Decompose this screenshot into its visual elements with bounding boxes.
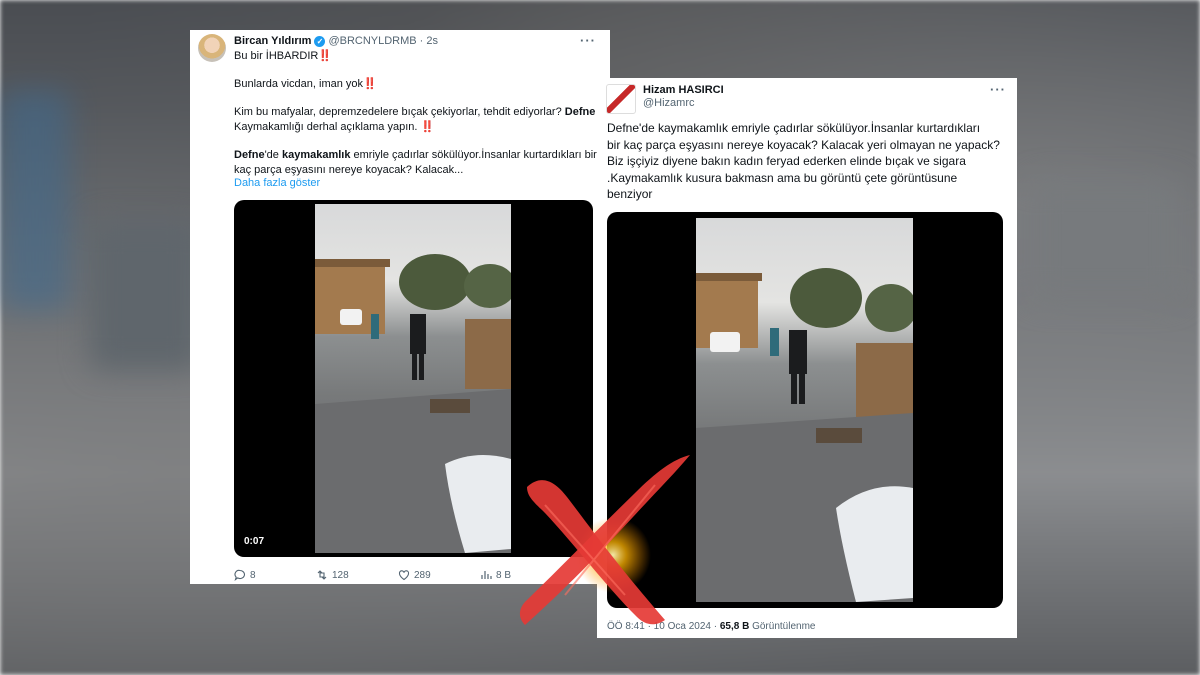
tweet-text-line: .Kaymakamlık kusura bakmasn ama bu görün… [607, 170, 958, 185]
more-options-icon[interactable]: ··· [580, 33, 596, 48]
tweet-text-line: Biz işçiyiz diyene bakın kadın feryad ed… [607, 154, 966, 168]
timestamp[interactable]: · 2s [420, 35, 438, 47]
tweet-handle-row: @Hizamrc [643, 97, 695, 109]
author-name[interactable]: Bircan Yıldırım [234, 35, 311, 47]
verified-badge-icon: ✓ [314, 35, 326, 47]
video-scene [315, 254, 511, 553]
like-count: 289 [414, 569, 431, 581]
tweet-header: Hizam HASIRCI [643, 84, 724, 96]
show-more-link[interactable]: Daha fazla göster [234, 176, 320, 191]
author-handle[interactable]: @BRCNYLDRMB [328, 35, 416, 47]
tweet-text-line: Defne'de kaymakamlık emriyle çadırlar sö… [607, 121, 981, 135]
background-shape [1030, 180, 1180, 300]
double-exclamation-icon: ‼️ [363, 78, 377, 90]
double-exclamation-icon: ‼️ [420, 121, 435, 133]
tweet-text-line: benziyor [607, 187, 653, 201]
retweet-button[interactable]: 128 [316, 569, 398, 581]
retweet-icon [317, 570, 327, 580]
tweet-header: Bircan Yıldırım ✓ @BRCNYLDRMB · 2s [234, 35, 438, 47]
video-frame [696, 218, 913, 602]
reply-count: 8 [250, 569, 256, 581]
video-duration: 0:07 [244, 536, 265, 547]
background-shape [0, 90, 70, 310]
view-count: 65,8 B [719, 621, 750, 632]
tweet-paragraph-4: Defne'de kaymakamlık emriyle çadırlar sö… [234, 149, 597, 176]
views-label: Görüntülenme [752, 621, 816, 632]
tweet-paragraph-3: Kim bu mafyalar, depremzedelere bıçak çe… [234, 106, 596, 133]
views-chart-icon [481, 571, 492, 579]
reply-icon [234, 569, 245, 581]
double-exclamation-icon: ‼️ [318, 50, 333, 62]
tweet-body: Defne'de kaymakamlık emriyle çadırlar sö… [607, 120, 1012, 203]
reply-button[interactable]: 8 [234, 569, 316, 581]
background-shape [90, 220, 200, 370]
author-name[interactable]: Hizam HASIRCI [643, 84, 724, 96]
tweet-text-line: bir kaç parça eşyasını nereye koyacak? K… [607, 137, 1000, 152]
video-scene [696, 268, 913, 602]
like-button[interactable]: 289 [398, 569, 480, 581]
retweet-count: 128 [332, 569, 349, 581]
heart-icon [398, 570, 410, 581]
avatar[interactable] [606, 84, 636, 114]
more-options-icon[interactable]: ··· [990, 82, 1006, 97]
tweet-line-1: Bu bir İHBARDIR‼️ [234, 50, 333, 62]
red-cross-icon [519, 455, 690, 625]
avatar[interactable] [198, 34, 226, 62]
video-frame [315, 204, 511, 553]
tweet-line-2: Bunlarda vicdan, iman yok‼️ [234, 78, 377, 90]
author-handle[interactable]: @Hizamrc [643, 97, 695, 109]
